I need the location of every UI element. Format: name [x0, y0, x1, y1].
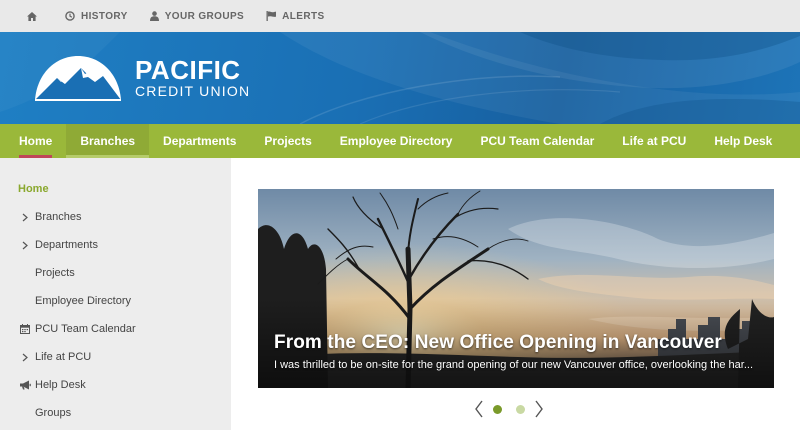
sidebar-item-groups[interactable]: Groups — [0, 399, 231, 427]
calendar-icon — [19, 324, 31, 334]
left-sidebar: Home Branches Departments Projects Emplo… — [0, 158, 231, 430]
chevron-right-icon[interactable] — [19, 213, 31, 222]
mountain-logo-icon — [35, 56, 121, 101]
carousel-dot-2[interactable] — [516, 404, 525, 414]
utility-home[interactable] — [27, 11, 43, 21]
main-nav: Home Branches Departments Projects Emplo… — [0, 124, 800, 158]
utility-alerts-label: ALERTS — [282, 10, 325, 22]
user-icon — [149, 11, 159, 21]
sidebar-item-home[interactable]: Home — [0, 175, 231, 203]
chevron-left-icon — [475, 400, 483, 418]
carousel-caption: From the CEO: New Office Opening in Vanc… — [274, 332, 760, 371]
pacific-credit-union-logo[interactable]: PACIFIC CREDIT UNION — [33, 54, 250, 102]
sidebar-item-branches[interactable]: Branches — [0, 203, 231, 231]
sidebar-item-label: Home — [18, 183, 49, 195]
carousel-description: I was thrilled to be on-site for the gra… — [274, 359, 753, 371]
nav-projects[interactable]: Projects — [250, 124, 325, 158]
sidebar-item-label: Groups — [35, 407, 72, 419]
site-banner: PACIFIC CREDIT UNION — [0, 32, 800, 124]
clock-icon — [65, 11, 75, 21]
nav-help-desk[interactable]: Help Desk — [700, 124, 786, 158]
news-carousel-slide[interactable]: From the CEO: New Office Opening in Vanc… — [258, 189, 774, 388]
sidebar-item-departments[interactable]: Departments — [0, 231, 231, 259]
sidebar-item-life-at-pcu[interactable]: Life at PCU — [0, 343, 231, 371]
nav-home[interactable]: Home — [5, 124, 66, 158]
chevron-right-icon[interactable] — [19, 241, 31, 250]
sidebar-item-label: Life at PCU — [35, 351, 92, 363]
sidebar-item-label: Employee Directory — [35, 295, 131, 307]
nav-departments[interactable]: Departments — [149, 124, 250, 158]
nav-life-at-pcu[interactable]: Life at PCU — [608, 124, 700, 158]
carousel-title[interactable]: From the CEO: New Office Opening in Vanc… — [274, 332, 760, 354]
chevron-right-icon[interactable] — [19, 353, 31, 362]
nav-pcu-team-calendar[interactable]: PCU Team Calendar — [466, 124, 608, 158]
sidebar-item-label: Help Desk — [35, 379, 86, 391]
carousel-prev-button[interactable] — [472, 399, 486, 419]
sidebar-item-projects[interactable]: Projects — [0, 259, 231, 287]
nav-branches[interactable]: Branches — [66, 124, 150, 158]
utility-groups-label: YOUR GROUPS — [164, 10, 245, 22]
sidebar-item-help-desk[interactable]: Help Desk — [0, 371, 231, 399]
brand-name: PACIFIC — [135, 55, 241, 85]
utility-bar: HISTORY YOUR GROUPS ALERTS — [0, 0, 800, 32]
utility-your-groups[interactable]: YOUR GROUPS — [149, 10, 245, 22]
utility-history-label: HISTORY — [81, 10, 128, 22]
carousel-controls — [472, 399, 546, 419]
chevron-right-icon — [535, 400, 543, 418]
home-icon — [27, 11, 37, 21]
sidebar-item-label: PCU Team Calendar — [35, 323, 136, 335]
sidebar-item-pcu-team-calendar[interactable]: PCU Team Calendar — [0, 315, 231, 343]
carousel-dot-1[interactable] — [493, 404, 502, 414]
brand-subname: CREDIT UNION — [135, 83, 251, 99]
nav-employee-directory[interactable]: Employee Directory — [326, 124, 467, 158]
sidebar-item-label: Departments — [35, 239, 98, 251]
sidebar-item-employee-directory[interactable]: Employee Directory — [0, 287, 231, 315]
sidebar-item-label: Projects — [35, 267, 75, 279]
utility-history[interactable]: HISTORY — [65, 11, 128, 22]
flag-icon — [266, 11, 277, 21]
megaphone-icon — [19, 380, 31, 390]
carousel-next-button[interactable] — [532, 399, 546, 419]
sidebar-item-label: Branches — [35, 211, 82, 223]
utility-alerts[interactable]: ALERTS — [266, 11, 324, 22]
